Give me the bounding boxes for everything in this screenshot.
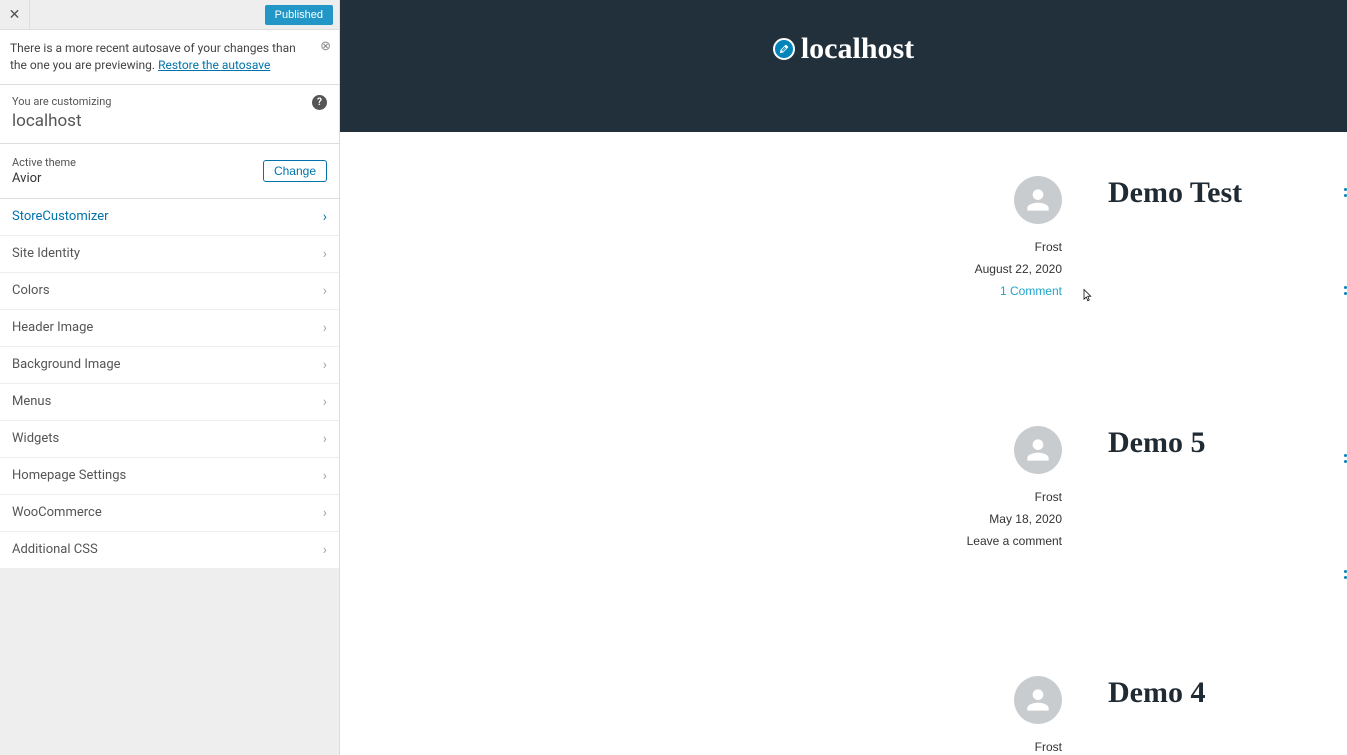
top-bar: ✕ Published bbox=[0, 0, 339, 30]
avatar-icon bbox=[1014, 176, 1062, 224]
post-title[interactable]: Demo Test bbox=[1108, 176, 1347, 210]
chevron-right-icon: › bbox=[323, 283, 327, 299]
chevron-right-icon: › bbox=[323, 246, 327, 262]
post-entry: FrostMay 18, 2020Leave a commentDemo 4 bbox=[340, 676, 1347, 755]
post-title[interactable]: Demo 4 bbox=[1108, 676, 1347, 710]
autosave-notice: There is a more recent autosave of your … bbox=[0, 30, 339, 85]
post-date[interactable]: August 22, 2020 bbox=[975, 262, 1062, 276]
menu-item-label: Colors bbox=[12, 283, 50, 298]
post-author[interactable]: Frost bbox=[1035, 490, 1062, 504]
avatar-icon bbox=[1014, 676, 1062, 724]
menu-item-label: Background Image bbox=[12, 357, 121, 372]
menu-item-woocommerce[interactable]: WooCommerce › bbox=[0, 495, 339, 532]
help-icon[interactable]: ? bbox=[312, 95, 327, 110]
post-meta: FrostMay 18, 2020Leave a comment bbox=[340, 676, 1108, 755]
menu-item-additional-css[interactable]: Additional CSS › bbox=[0, 532, 339, 569]
menu-item-header-image[interactable]: Header Image › bbox=[0, 310, 339, 347]
chevron-right-icon: › bbox=[323, 357, 327, 373]
post-entry: Frost May 18, 2020 Leave a comment Demo 5 bbox=[340, 426, 1347, 556]
dismiss-icon[interactable]: ⊗ bbox=[320, 38, 331, 56]
preview-pane: localhost Frost August 22, 2020 1 Comment D… bbox=[340, 0, 1347, 755]
customizer-sidebar: ✕ Published There is a more recent autos… bbox=[0, 0, 340, 755]
menu-item-label: WooCommerce bbox=[12, 505, 102, 520]
post-title-col: Demo Test bbox=[1108, 176, 1347, 306]
post-title-col: Demo 4 bbox=[1108, 676, 1347, 755]
content-area: FrostAugust 22, 20201 CommentDemo TestFr… bbox=[340, 132, 1347, 755]
menu-item-label: Site Identity bbox=[12, 246, 80, 261]
chevron-right-icon: › bbox=[323, 320, 327, 336]
menu-item-menus[interactable]: Menus › bbox=[0, 384, 339, 421]
edit-shortcut-icon[interactable] bbox=[773, 38, 795, 60]
panel-title: You are customizing localhost ? bbox=[0, 85, 339, 144]
customizing-label: You are customizing bbox=[12, 95, 327, 108]
chevron-right-icon: › bbox=[323, 431, 327, 447]
menu-item-colors[interactable]: Colors › bbox=[0, 273, 339, 310]
post-comments[interactable]: Leave a comment bbox=[967, 534, 1062, 548]
post-date[interactable]: May 18, 2020 bbox=[989, 512, 1062, 526]
menu-item-label: Menus bbox=[12, 394, 51, 409]
post-author[interactable]: Frost bbox=[1035, 740, 1062, 754]
menu-item-label: Homepage Settings bbox=[12, 468, 126, 483]
menu-item-site-identity[interactable]: Site Identity › bbox=[0, 236, 339, 273]
active-theme-label: Active theme bbox=[12, 156, 76, 169]
post-meta: Frost May 18, 2020 Leave a comment bbox=[340, 426, 1108, 556]
chevron-right-icon: › bbox=[323, 209, 327, 225]
menu-item-label: Header Image bbox=[12, 320, 93, 335]
post-comments[interactable]: 1 Comment bbox=[1000, 284, 1062, 298]
menu-item-label: StoreCustomizer bbox=[12, 209, 109, 224]
post-title[interactable]: Demo 5 bbox=[1108, 426, 1347, 460]
theme-row: Active theme Avior Change bbox=[0, 144, 339, 199]
chevron-right-icon: › bbox=[323, 505, 327, 521]
post-entry: Frost August 22, 2020 1 Comment Demo Test bbox=[340, 176, 1347, 306]
menu-item-homepage-settings[interactable]: Homepage Settings › bbox=[0, 458, 339, 495]
theme-name: Avior bbox=[12, 171, 76, 186]
customizer-menu: StoreCustomizer›Site Identity›Colors›Hea… bbox=[0, 199, 339, 569]
chevron-right-icon: › bbox=[323, 468, 327, 484]
close-button[interactable]: ✕ bbox=[0, 0, 30, 30]
menu-item-label: Additional CSS bbox=[12, 542, 98, 557]
menu-item-label: Widgets bbox=[12, 431, 59, 446]
menu-item-background-image[interactable]: Background Image › bbox=[0, 347, 339, 384]
menu-item-widgets[interactable]: Widgets › bbox=[0, 421, 339, 458]
post-title-col: Demo 5 bbox=[1108, 426, 1347, 556]
publish-button[interactable]: Published bbox=[265, 5, 333, 25]
avatar-icon bbox=[1014, 426, 1062, 474]
chevron-right-icon: › bbox=[323, 542, 327, 558]
site-name: localhost bbox=[12, 111, 327, 131]
post-meta: Frost August 22, 2020 1 Comment bbox=[340, 176, 1108, 306]
change-theme-button[interactable]: Change bbox=[263, 160, 327, 182]
post-author[interactable]: Frost bbox=[1035, 240, 1062, 254]
site-title[interactable]: localhost bbox=[801, 32, 914, 66]
restore-autosave-link[interactable]: Restore the autosave bbox=[158, 58, 270, 72]
chevron-right-icon: › bbox=[323, 394, 327, 410]
site-header: localhost bbox=[340, 0, 1347, 132]
menu-item-storecustomizer[interactable]: StoreCustomizer › bbox=[0, 199, 339, 236]
